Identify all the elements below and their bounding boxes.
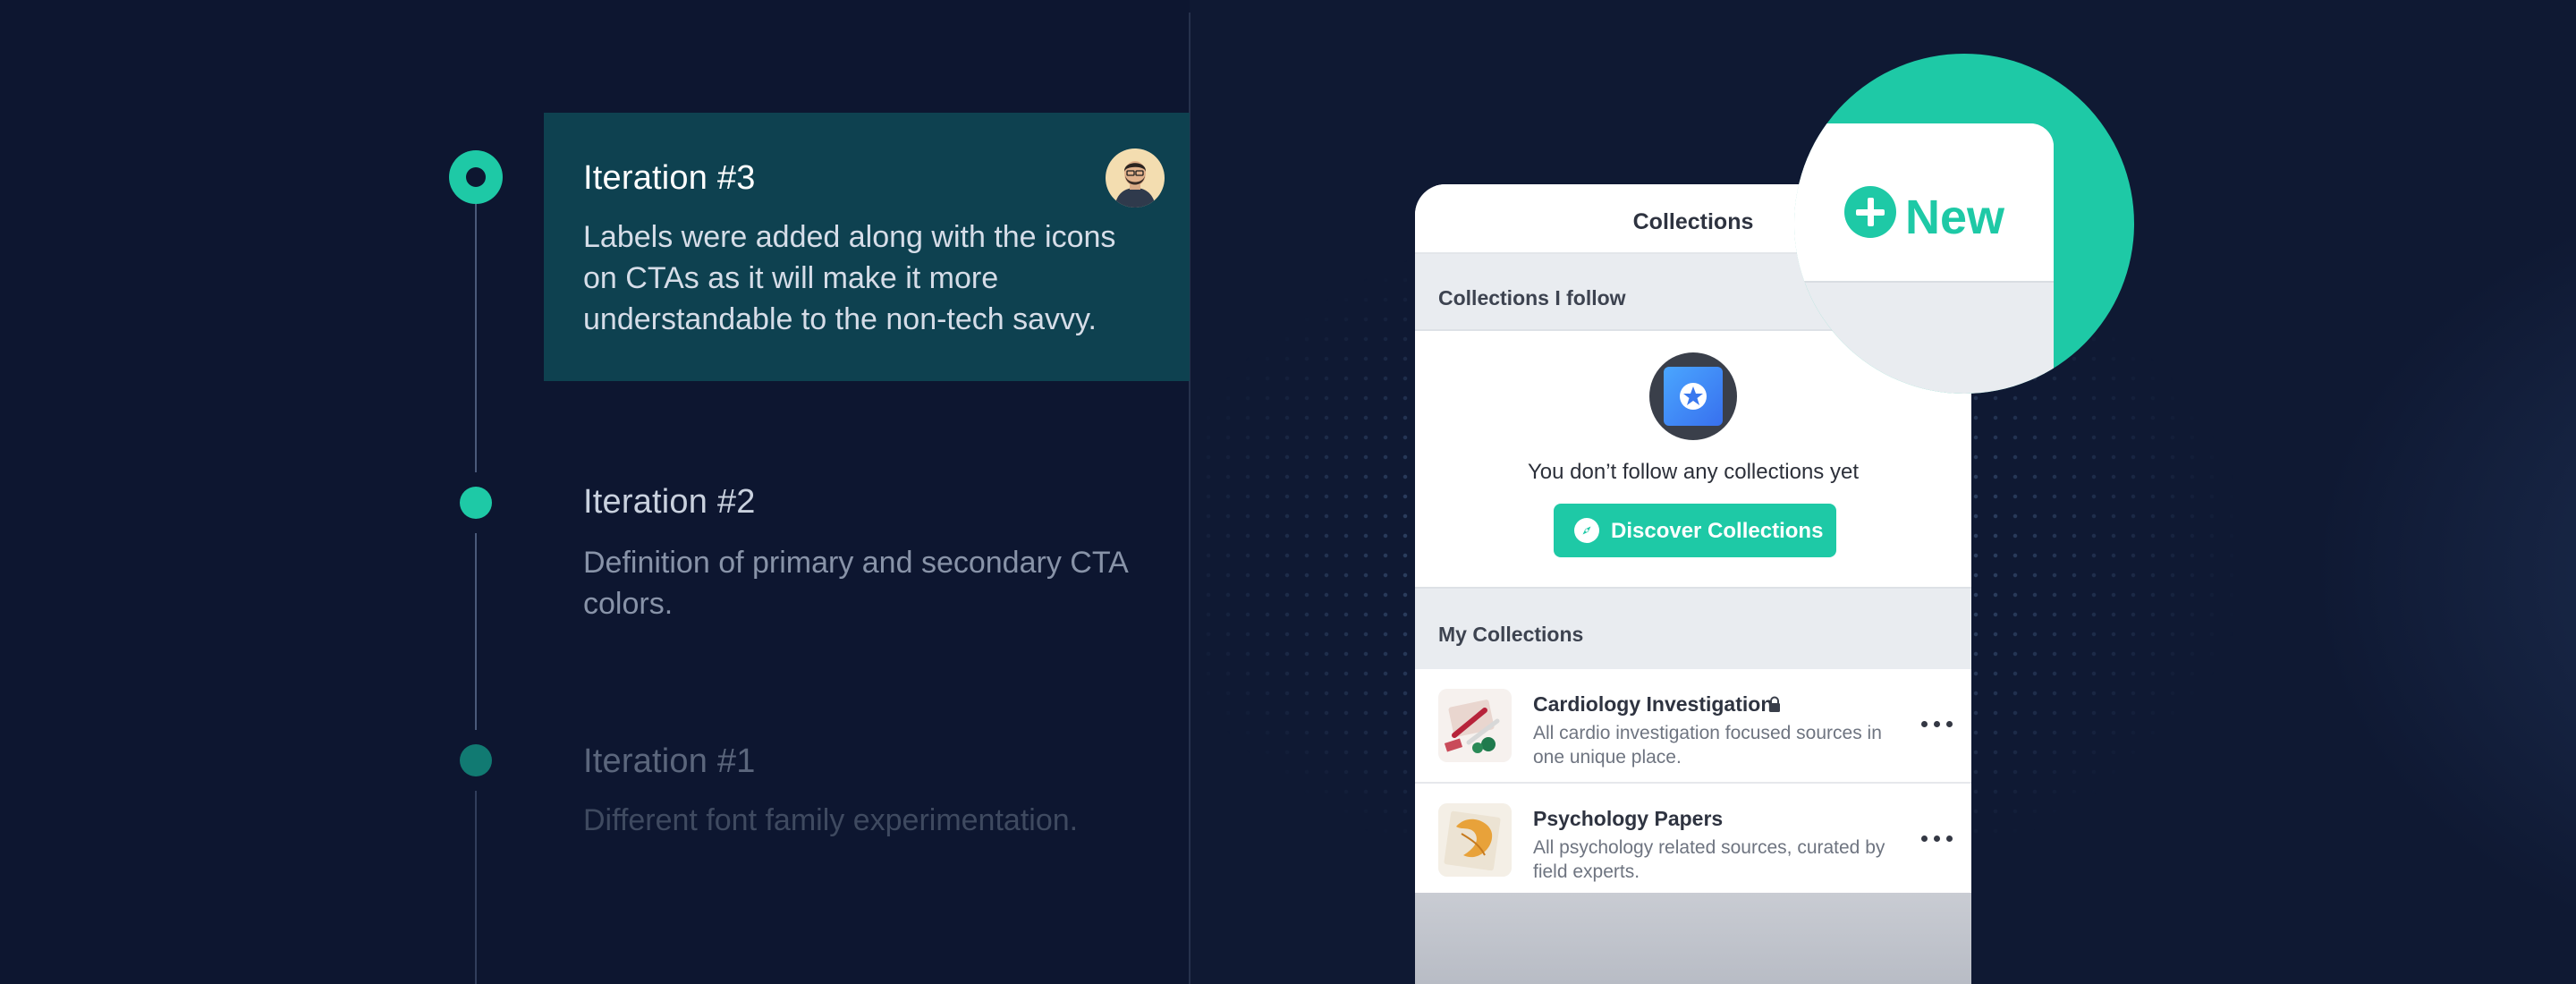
collection-description: All psychology related sources, curated … — [1533, 837, 1885, 882]
compass-icon — [1573, 517, 1600, 544]
timeline-dot[interactable] — [460, 487, 492, 519]
timeline-dot[interactable] — [460, 744, 492, 776]
iteration-description: Labels were added along with the icons o… — [583, 220, 1116, 336]
timeline-line — [475, 791, 477, 984]
lock-icon — [1767, 696, 1782, 712]
discover-button-label: Discover Collections — [1611, 519, 1824, 543]
empty-state-text: You don’t follow any collections yet — [1527, 460, 1859, 484]
new-button[interactable]: New — [1905, 190, 2004, 245]
collection-description: All cardio investigation focused sources… — [1533, 723, 1882, 768]
collection-thumbnail — [1438, 803, 1512, 877]
collections-star-icon — [1649, 352, 1737, 440]
timeline-dot-active[interactable] — [449, 150, 503, 204]
collection-title: Cardiology Investigation — [1533, 692, 1774, 716]
my-collections-header: My Collections — [1415, 587, 1971, 671]
iteration-description: Definition of primary and secondary CTA … — [583, 546, 1127, 621]
more-options-icon[interactable] — [1919, 721, 1955, 730]
collection-title: Psychology Papers — [1533, 807, 1724, 830]
more-options-icon[interactable] — [1919, 836, 1955, 844]
plus-icon[interactable] — [1844, 186, 1896, 238]
list-item[interactable]: Cardiology Investigation All cardio inve… — [1415, 669, 1971, 784]
magnifier-callout: New — [1794, 54, 2134, 394]
list-item[interactable]: Psychology Papers All psychology related… — [1415, 784, 1971, 898]
iteration-title: Iteration #2 — [583, 483, 756, 521]
iteration-description: Different font family experimentation. — [583, 803, 1079, 837]
iteration-title: Iteration #1 — [583, 742, 756, 780]
iteration-title: Iteration #3 — [583, 159, 756, 197]
phone-bottom-area — [1415, 893, 1971, 984]
timeline-line — [475, 533, 477, 730]
collection-thumbnail — [1438, 689, 1512, 762]
magnified-phone-area: New — [1794, 123, 2054, 394]
discover-collections-button[interactable]: Discover Collections — [1554, 504, 1836, 557]
avatar — [1106, 148, 1165, 208]
timeline-line — [475, 204, 477, 472]
